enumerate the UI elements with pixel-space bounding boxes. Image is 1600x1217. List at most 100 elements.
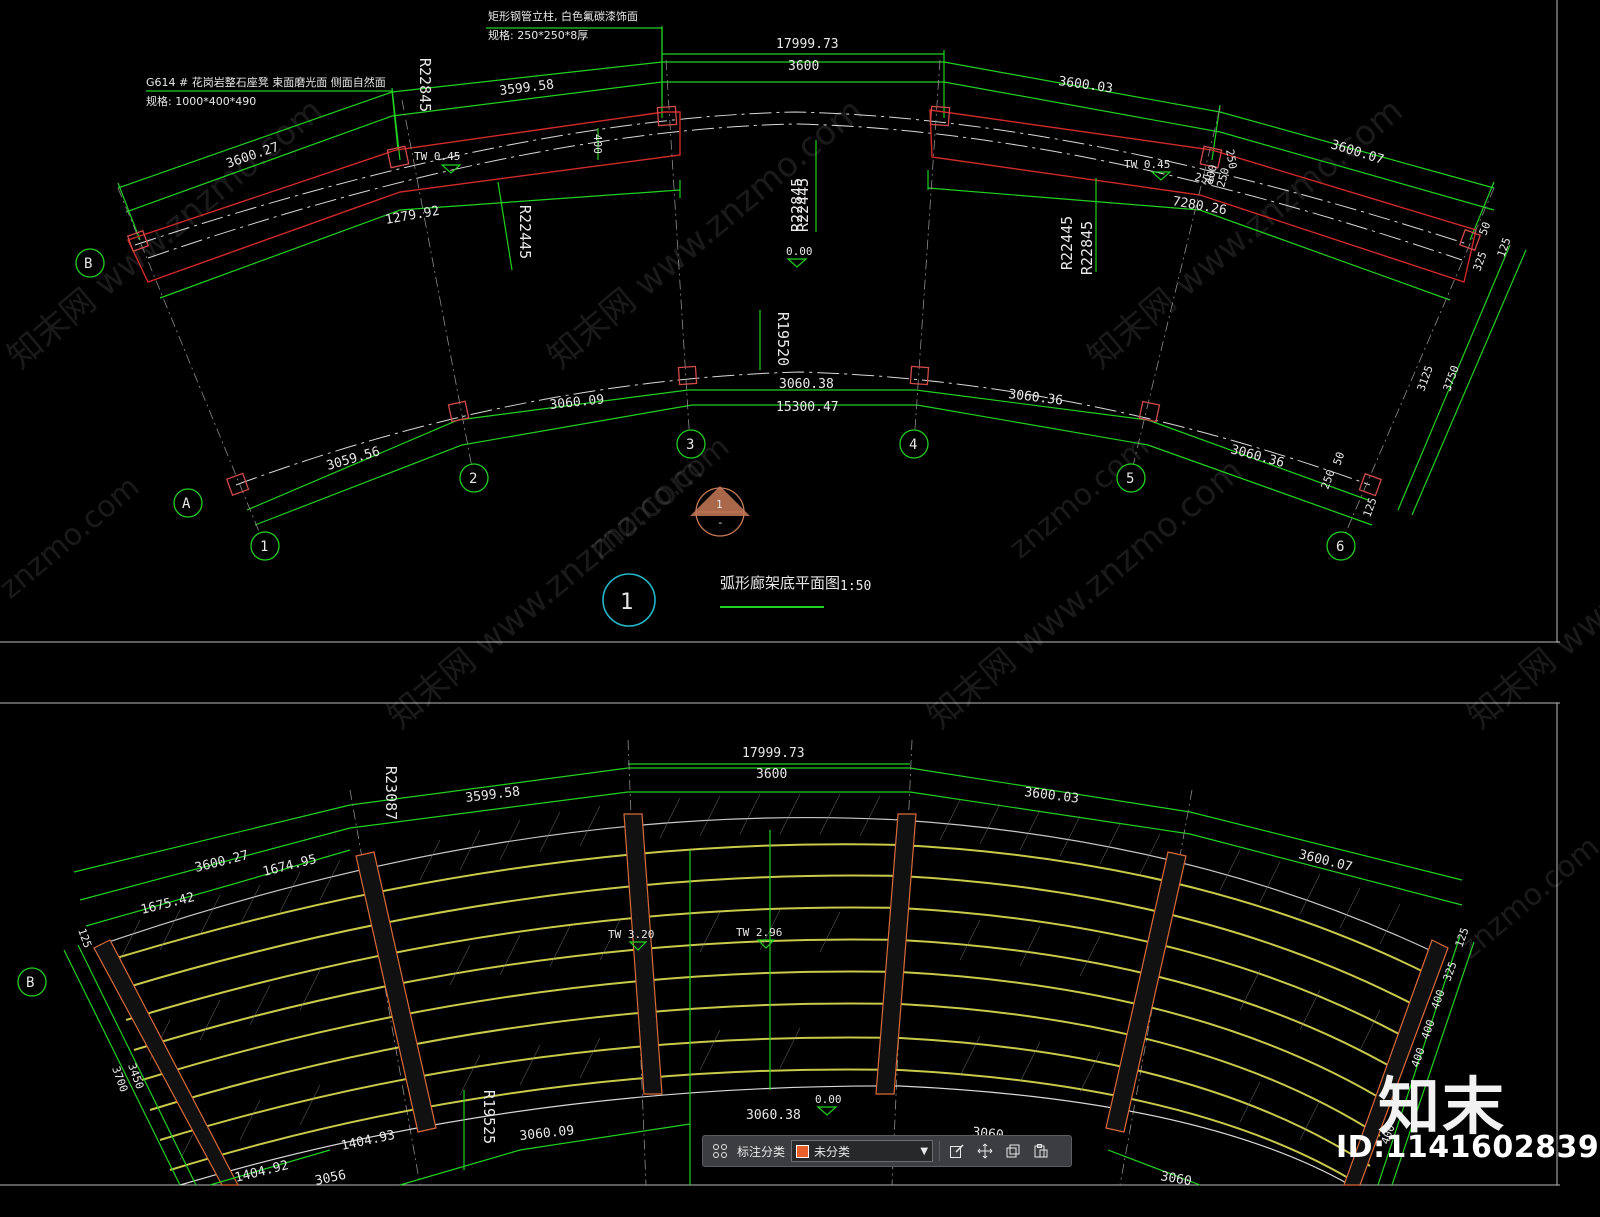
level-text: 0.00 — [815, 1093, 842, 1106]
dim-text: 3600 — [788, 59, 819, 74]
drawing-number: 1 — [620, 590, 633, 615]
radius-text: R19520 — [774, 312, 792, 366]
hatch-pattern — [119, 793, 1401, 1161]
annotation-bench-line1: G614 # 花岗岩整石座凳 束面磨光面 侧面自然面 — [146, 75, 386, 89]
svg-text:3: 3 — [686, 437, 694, 453]
annotation-toolbar: 标注分类 未分类 ▼ — [702, 1135, 1072, 1167]
small-dim: 125 — [1495, 236, 1514, 259]
category-select[interactable]: 未分类 ▼ — [791, 1140, 934, 1162]
plan-bottom: 17999.73 3600 3599.58 3600.03 3600.27 36… — [17, 739, 1475, 1189]
grid-bubble-5[interactable]: 5 — [1116, 463, 1146, 493]
annotation-column-line2: 规格: 250*250*8厚 — [488, 28, 588, 42]
grid-line-4 — [913, 59, 941, 445]
radius-text: R23087 — [382, 766, 400, 820]
dim-text: 3600.07 — [1297, 847, 1354, 875]
drawing-title: 弧形廊架底平面图 — [720, 574, 840, 592]
dim-text: 7280.26 — [1171, 194, 1228, 218]
dim-text: 3059.56 — [325, 444, 382, 474]
grid-bubble-A[interactable]: A — [173, 488, 203, 518]
svg-text:A: A — [182, 496, 191, 512]
level-text: TW 2.96 — [736, 926, 782, 939]
svg-text:4: 4 — [909, 437, 917, 453]
watermark: 知末网 www.znzmo.com — [540, 90, 871, 376]
small-dim: 325 — [1441, 960, 1460, 983]
small-dim: 400 — [591, 134, 604, 154]
radius-text: R19525 — [480, 1090, 498, 1144]
watermark: 知末网 www.znzmo.com — [1080, 90, 1411, 376]
level-text: TW 3.20 — [608, 928, 654, 941]
small-dim: 400 — [1419, 1018, 1438, 1041]
annotation-column-line1: 矩形钢管立柱, 白色氟碳漆饰面 — [488, 9, 638, 23]
dim-text: 3599.58 — [499, 77, 555, 99]
toolbar-separator — [939, 1141, 941, 1161]
chevron-down-icon: ▼ — [920, 1145, 929, 1157]
dim-text: 1675.42 — [139, 890, 196, 918]
small-dim: 3750 — [1441, 364, 1462, 393]
dim-text: 1674.95 — [261, 852, 318, 880]
svg-text:5: 5 — [1126, 471, 1134, 487]
small-dim: 50 — [1331, 450, 1348, 467]
level-text: TW 0.45 — [1124, 158, 1170, 171]
dim-text: 15300.47 — [776, 400, 839, 415]
move-icon[interactable] — [974, 1140, 996, 1162]
small-dim: 3125 — [1415, 364, 1436, 393]
dim-text: 3599.58 — [465, 784, 521, 806]
dim-text: 3600.27 — [193, 848, 250, 876]
annotation-bench-line2: 规格: 1000*400*490 — [146, 94, 256, 108]
grid-bubble-2[interactable]: 2 — [459, 463, 489, 493]
level-text: TW 0.45 — [414, 150, 460, 163]
svg-text:1: 1 — [260, 539, 268, 555]
svg-text:6: 6 — [1336, 539, 1344, 555]
paste-icon[interactable] — [1030, 1140, 1052, 1162]
category-value: 未分类 — [814, 1144, 851, 1159]
level-text: 0.00 — [786, 245, 813, 258]
image-id-label: ID:1141602839 — [1336, 1130, 1600, 1165]
section-marker[interactable]: 1 - — [690, 486, 750, 537]
radius-text: R22845 — [416, 58, 434, 112]
grid-bubble-1[interactable]: 1 — [250, 531, 280, 561]
svg-text:B: B — [26, 975, 34, 991]
grid-bubble-B-bottom[interactable]: B — [17, 967, 47, 997]
dim-text: 3600 — [756, 767, 787, 782]
radius-text: R22445 — [794, 178, 812, 232]
edit-icon[interactable] — [946, 1140, 968, 1162]
svg-text:-: - — [717, 516, 724, 529]
cad-canvas[interactable]: 知末网 www.znzmo.com 知末网 www.znzmo.com 知末网 … — [0, 0, 1600, 1213]
dim-text: 3060.36 — [1008, 387, 1064, 409]
drawing-scale: 1:50 — [840, 579, 871, 594]
small-dim: 50 — [1477, 220, 1494, 237]
category-color-swatch — [796, 1144, 810, 1158]
cad-drawing[interactable]: 知末网 www.znzmo.com 知末网 www.znzmo.com 知末网 … — [0, 0, 1600, 1213]
grid-bubble-3[interactable]: 3 — [676, 429, 706, 459]
dim-text: 3060 — [1159, 1169, 1192, 1189]
dim-text: 1279.92 — [384, 204, 441, 228]
small-dim: 250 — [1223, 148, 1239, 170]
dim-text: 3060.38 — [779, 377, 834, 392]
dim-text: 3600.03 — [1057, 74, 1113, 96]
grid-icon[interactable] — [709, 1140, 731, 1162]
svg-text:1: 1 — [716, 498, 723, 511]
watermark: znzmo.com — [0, 469, 146, 606]
small-dim: 325 — [1471, 250, 1490, 273]
radius-text: R22845 — [1078, 221, 1096, 275]
watermark: 知末网 www.znzmo.com — [0, 90, 331, 376]
dim-text: 17999.73 — [776, 37, 839, 52]
small-dim: 125 — [1361, 496, 1380, 519]
dim-text: 3600.03 — [1024, 785, 1080, 807]
svg-text:2: 2 — [469, 471, 477, 487]
dim-text: 3060.09 — [549, 392, 605, 413]
grid-bubble-6[interactable]: 6 — [1326, 531, 1356, 561]
grid-line-6 — [1339, 187, 1495, 547]
dim-text: 3056 — [314, 1168, 348, 1189]
radius-text: R22445 — [1058, 216, 1076, 270]
copy-icon[interactable] — [1002, 1140, 1024, 1162]
grid-bubble-4[interactable]: 4 — [899, 429, 929, 459]
dim-text: 1404.93 — [340, 1128, 397, 1154]
dim-text: 3060.09 — [519, 1123, 575, 1144]
radius-text: R22445 — [516, 205, 534, 259]
watermark: 知末网 www.znzmo.com — [1460, 450, 1600, 736]
watermark: znzmo.com — [1453, 829, 1600, 966]
dim-text: 3060.38 — [746, 1108, 801, 1123]
level-marker — [786, 258, 808, 268]
grid-bubble-B[interactable]: B — [75, 248, 105, 278]
